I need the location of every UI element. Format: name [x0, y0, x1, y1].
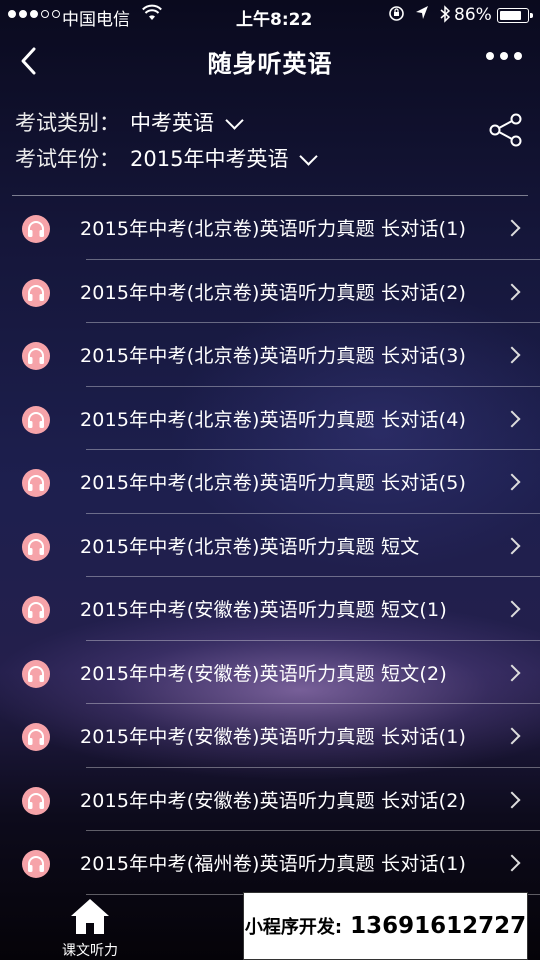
list-item[interactable]: 2015年中考(北京卷)英语听力真题 长对话(5): [0, 450, 540, 514]
list-item-title: 2015年中考(安徽卷)英语听力真题 短文(1): [80, 599, 447, 621]
headphones-icon: [22, 278, 50, 307]
status-bar: 中国电信 上午8:22 86%: [0, 0, 540, 30]
exam-year-filter[interactable]: 考试年份： 2015年中考英语: [15, 141, 319, 177]
chevron-down-icon: [299, 146, 319, 166]
tab-label: 课文听力: [62, 943, 118, 959]
tab-text-listening[interactable]: 课文听力: [55, 896, 125, 960]
carrier-name: 中国电信: [62, 10, 130, 30]
location-icon: [415, 5, 429, 27]
wifi-icon: [142, 4, 162, 27]
headphones-icon: [22, 850, 50, 878]
list-item-title: 2015年中考(北京卷)英语听力真题 长对话(4): [80, 408, 467, 431]
list-item[interactable]: 2015年中考(北京卷)英语听力真题 长对话(3): [0, 323, 540, 387]
chevron-right-icon: [503, 346, 521, 364]
headphones-icon: [22, 786, 50, 815]
headphones-icon: [22, 532, 50, 561]
exam-category-label: 考试类别：: [15, 111, 120, 135]
list-item-title: 2015年中考(北京卷)英语听力真题 长对话(2): [80, 281, 467, 304]
list-item-title: 2015年中考(福州卷)英语听力真题 长对话(1): [80, 853, 467, 875]
headphones-icon: [22, 469, 50, 497]
promo-banner: 小程序开发: 13691612727: [243, 892, 528, 960]
navigation-bar: 随身听英语: [0, 30, 540, 92]
list-item[interactable]: 2015年中考(安徽卷)英语听力真题 短文(2): [0, 641, 540, 704]
exam-year-label: 考试年份：: [15, 147, 120, 171]
page-title: 随身听英语: [207, 50, 333, 78]
list-item[interactable]: 2015年中考(北京卷)英语听力真题 短文: [0, 514, 540, 577]
promo-phone: 13691612727: [350, 913, 527, 939]
list-item[interactable]: 2015年中考(福州卷)英语听力真题 长对话(1): [0, 831, 540, 895]
orientation-lock-icon: [388, 5, 405, 27]
bluetooth-icon: [439, 5, 451, 27]
exam-category-filter[interactable]: 考试类别： 中考英语: [15, 105, 315, 141]
list-item-title: 2015年中考(北京卷)英语听力真题 长对话(1): [80, 218, 467, 240]
list-item-title: 2015年中考(北京卷)英语听力真题 短文: [80, 535, 420, 558]
share-button[interactable]: [488, 112, 524, 148]
chevron-right-icon: [503, 537, 521, 554]
chevron-right-icon: [503, 664, 521, 681]
home-icon: [71, 899, 109, 934]
headphones-icon: [22, 659, 50, 688]
battery-percentage: 86%: [454, 5, 492, 25]
headphones-icon: [22, 342, 50, 370]
battery-icon: [497, 8, 533, 23]
audio-list: 2015年中考(北京卷)英语听力真题 长对话(1) 2015年中考(北京卷)英语听…: [0, 196, 540, 895]
share-icon: [489, 113, 522, 147]
list-item-title: 2015年中考(安徽卷)英语听力真题 短文(2): [80, 662, 447, 685]
chevron-right-icon: [503, 473, 521, 491]
list-item[interactable]: 2015年中考(安徽卷)英语听力真题 长对话(1): [0, 704, 540, 768]
chevron-down-icon: [225, 110, 244, 130]
list-item[interactable]: 2015年中考(安徽卷)英语听力真题 短文(1): [0, 577, 540, 641]
exam-year-value: 2015年中考英语: [130, 147, 289, 171]
list-item[interactable]: 2015年中考(北京卷)英语听力真题 长对话(1): [0, 196, 540, 260]
list-item[interactable]: 2015年中考(北京卷)英语听力真题 长对话(2): [0, 260, 540, 323]
headphones-icon: [22, 596, 50, 624]
list-item[interactable]: 2015年中考(北京卷)英语听力真题 长对话(4): [0, 387, 540, 450]
headphones-icon: [22, 215, 50, 243]
signal-strength-icon: [8, 10, 60, 18]
list-item[interactable]: 2015年中考(安徽卷)英语听力真题 长对话(2): [0, 768, 540, 831]
filter-panel: 考试类别： 中考英语 考试年份： 2015年中考英语: [15, 105, 319, 177]
chevron-right-icon: [503, 727, 521, 745]
chevron-right-icon: [503, 854, 521, 872]
chevron-right-icon: [503, 600, 521, 618]
chevron-right-icon: [503, 410, 521, 427]
list-item-title: 2015年中考(安徽卷)英语听力真题 长对话(1): [80, 726, 467, 748]
exam-category-value: 中考英语: [130, 111, 214, 135]
headphones-icon: [22, 723, 50, 751]
list-item-title: 2015年中考(安徽卷)英语听力真题 长对话(2): [80, 789, 467, 812]
chevron-right-icon: [503, 791, 521, 808]
promo-label: 小程序开发:: [244, 917, 343, 938]
list-item-title: 2015年中考(北京卷)英语听力真题 长对话(5): [80, 472, 467, 494]
status-time: 上午8:22: [236, 10, 313, 30]
more-options-button[interactable]: [486, 52, 522, 60]
headphones-icon: [22, 405, 50, 434]
chevron-right-icon: [503, 283, 521, 300]
list-item-title: 2015年中考(北京卷)英语听力真题 长对话(3): [80, 345, 467, 367]
chevron-right-icon: [503, 219, 521, 237]
